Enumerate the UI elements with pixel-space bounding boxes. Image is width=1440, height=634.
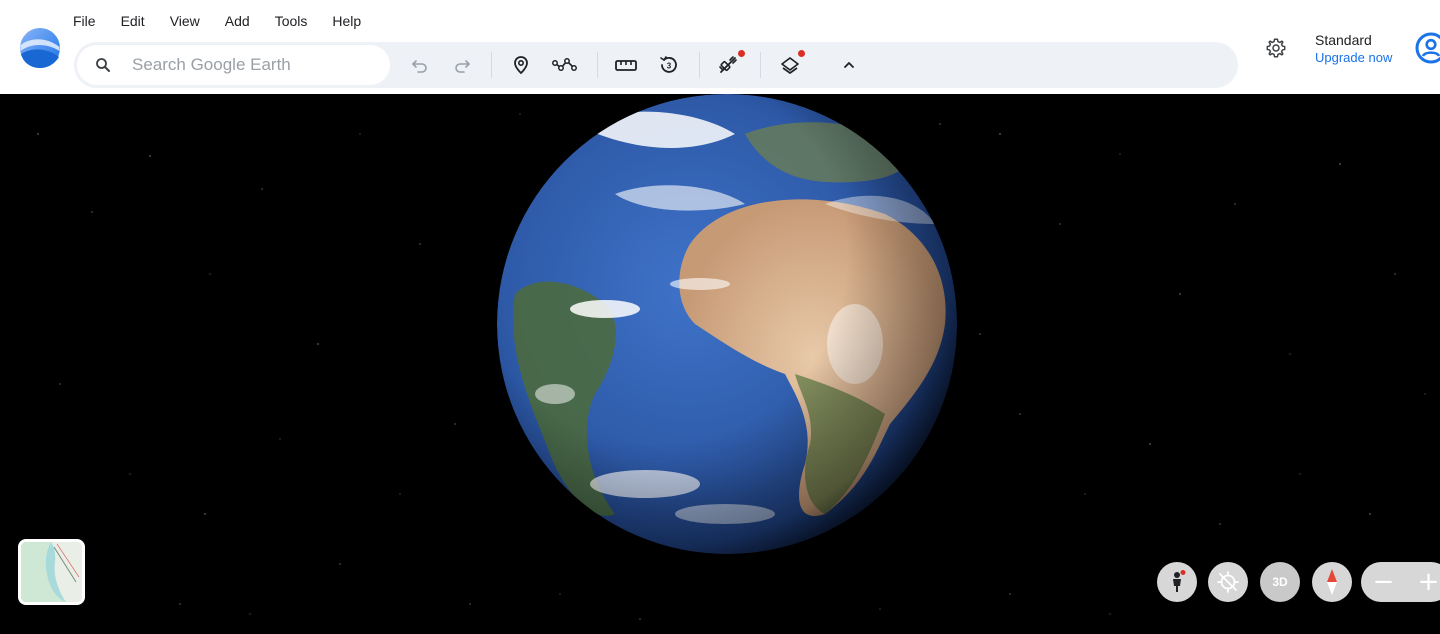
search-input[interactable] (132, 53, 372, 77)
toolbar-divider (760, 52, 761, 78)
account-icon[interactable] (1414, 31, 1440, 65)
chevron-up-icon (844, 62, 854, 68)
measure-icon (615, 60, 637, 71)
plan-info: Standard Upgrade now (1315, 31, 1392, 67)
earth-viewport[interactable]: 3D − + (0, 94, 1440, 634)
plan-name: Standard (1315, 32, 1372, 48)
search-icon (96, 58, 110, 72)
notification-badge (798, 50, 805, 57)
svg-text:3: 3 (667, 62, 672, 71)
add-path-button[interactable] (550, 50, 580, 80)
street-view-button[interactable] (1157, 562, 1197, 602)
collapse-toolbar-button[interactable] (834, 50, 864, 80)
toolbar-divider (699, 52, 700, 78)
zoom-out-button[interactable]: − (1361, 562, 1406, 602)
menu-file[interactable]: File (73, 13, 96, 29)
app-header: File Edit View Add Tools Help Search Goo… (0, 0, 1440, 94)
toolbar-divider (597, 52, 598, 78)
search-box (77, 45, 390, 85)
earth-globe[interactable] (495, 94, 965, 556)
notification-badge (738, 50, 745, 57)
settings-button[interactable] (1262, 34, 1290, 62)
add-placemark-icon (514, 56, 528, 75)
minimap-image (21, 542, 82, 602)
add-placemark-button[interactable] (506, 50, 536, 80)
menu-help[interactable]: Help (332, 13, 361, 29)
undo-icon (412, 60, 427, 73)
location-off-icon (1217, 571, 1239, 593)
compass-button[interactable] (1312, 562, 1352, 602)
google-earth-logo[interactable] (19, 27, 61, 69)
upgrade-link[interactable]: Upgrade now (1315, 49, 1392, 67)
projects-icon (719, 56, 737, 73)
menu-edit[interactable]: Edit (121, 13, 145, 29)
menu-tools[interactable]: Tools (275, 13, 308, 29)
historical-imagery-icon: 3 (660, 56, 677, 73)
add-path-icon (552, 58, 577, 71)
my-location-button[interactable] (1208, 562, 1248, 602)
overview-minimap[interactable] (18, 539, 85, 605)
historical-imagery-button[interactable]: 3 (654, 50, 684, 80)
menu-add[interactable]: Add (225, 13, 250, 29)
gear-icon (1266, 38, 1286, 58)
menu-view[interactable]: View (170, 13, 200, 29)
redo-icon (455, 60, 470, 73)
map-style-icon (781, 57, 799, 74)
zoom-in-button[interactable]: + (1406, 562, 1440, 602)
undo-button[interactable] (405, 50, 435, 80)
redo-button[interactable] (447, 50, 477, 80)
zoom-control: − + (1361, 562, 1440, 602)
compass-icon (1327, 569, 1337, 595)
toolbar-divider (491, 52, 492, 78)
measure-button[interactable] (611, 50, 641, 80)
pegman-icon (1173, 570, 1186, 592)
menu-bar: File Edit View Add Tools Help (73, 11, 386, 31)
toggle-3d-button[interactable]: 3D (1260, 562, 1300, 602)
